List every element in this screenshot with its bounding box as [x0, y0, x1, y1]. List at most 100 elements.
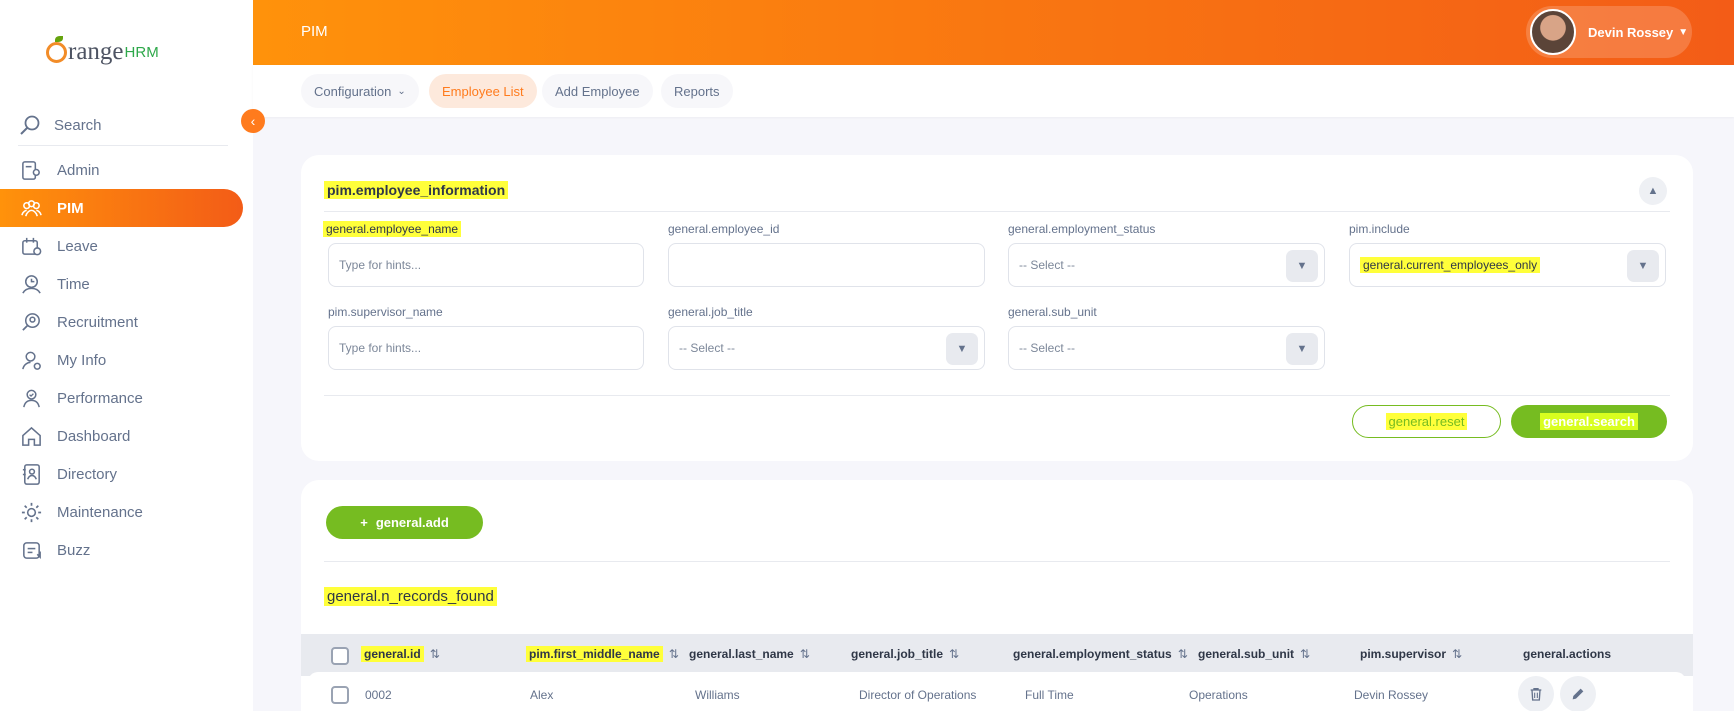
sort-icon[interactable]: ⇅	[800, 647, 810, 661]
reset-button[interactable]: general.reset	[1352, 405, 1501, 438]
supervisor-name-input[interactable]: Type for hints...	[328, 326, 644, 370]
sidebar-item-label: Time	[57, 275, 90, 293]
sidebar: range HRM Search Admin PIM Leave Time Re…	[0, 0, 253, 711]
sidebar-item-recruitment[interactable]: Recruitment	[0, 303, 253, 341]
sort-icon[interactable]: ⇅	[1452, 647, 1462, 661]
employee-name-input[interactable]: Type for hints...	[328, 243, 644, 287]
edit-button[interactable]	[1560, 676, 1596, 711]
column-job-title[interactable]: general.job_title ⇅	[851, 647, 959, 661]
maintenance-icon	[21, 502, 42, 522]
pim-icon	[21, 199, 42, 216]
sub-unit-value: -- Select --	[1019, 341, 1076, 355]
cell-supervisor: Devin Rossey	[1354, 688, 1429, 702]
column-last-name[interactable]: general.last_name ⇅	[689, 647, 810, 661]
employment-status-select[interactable]: -- Select -- ▼	[1008, 243, 1325, 287]
sort-icon[interactable]: ⇅	[949, 647, 959, 661]
table-row[interactable]: 0002 Alex Williams Director of Operation…	[308, 672, 1686, 711]
cell-job-title: Director of Operations	[859, 688, 977, 702]
cell-first-middle-name: Alex	[530, 688, 554, 702]
sidebar-item-directory[interactable]: Directory	[0, 455, 253, 493]
sidebar-item-pim[interactable]: PIM	[0, 189, 243, 227]
tab-label: Configuration	[314, 83, 392, 99]
collapse-sidebar-button[interactable]: ‹	[241, 109, 265, 133]
cell-employment-status: Full Time	[1025, 688, 1074, 702]
column-label: pim.first_middle_name	[526, 646, 663, 662]
search-icon	[20, 115, 40, 135]
sidebar-item-time[interactable]: Time	[0, 265, 253, 303]
time-icon	[22, 274, 41, 294]
sidebar-item-label: Admin	[57, 161, 100, 179]
sort-icon[interactable]: ⇅	[669, 647, 679, 661]
tab-label: Add Employee	[555, 83, 640, 99]
employment-status-value: -- Select --	[1019, 258, 1076, 272]
divider	[324, 395, 1670, 396]
employee-name-label: general.employee_name	[323, 221, 462, 237]
tab-label: Reports	[674, 83, 720, 99]
tab-configuration[interactable]: Configuration ⌄	[301, 74, 419, 108]
cell-last-name: Williams	[695, 688, 740, 702]
sidebar-item-my-info[interactable]: My Info	[0, 341, 253, 379]
sidebar-item-label: Performance	[57, 389, 143, 407]
employee-id-label: general.employee_id	[668, 222, 780, 236]
sub-unit-select[interactable]: -- Select -- ▼	[1008, 326, 1325, 370]
include-select[interactable]: general.current_employees_only ▼	[1349, 243, 1666, 287]
sidebar-item-label: Dashboard	[57, 427, 131, 445]
column-employment-status[interactable]: general.employment_status ⇅	[1013, 647, 1188, 661]
delete-button[interactable]	[1518, 676, 1554, 711]
filter-title-text: pim.employee_information	[324, 181, 509, 199]
cell-sub-unit: Operations	[1189, 688, 1248, 702]
sidebar-item-admin[interactable]: Admin	[0, 151, 253, 189]
sidebar-search[interactable]: Search	[18, 106, 228, 146]
records-found-text: general.n_records_found	[324, 587, 497, 606]
tab-reports[interactable]: Reports	[661, 74, 733, 108]
search-button[interactable]: general.search	[1511, 405, 1667, 438]
sidebar-search-label: Search	[54, 117, 102, 134]
job-title-value: -- Select --	[679, 341, 736, 355]
directory-icon	[22, 463, 40, 485]
user-dropdown[interactable]: Devin Rossey ▼	[1526, 6, 1692, 58]
sidebar-item-label: Directory	[57, 465, 118, 483]
column-label: general.job_title	[851, 647, 944, 661]
caret-down-icon: ▼	[1678, 26, 1689, 38]
sidebar-item-performance[interactable]: Performance	[0, 379, 253, 417]
buzz-icon	[23, 541, 41, 559]
job-title-select[interactable]: -- Select -- ▼	[668, 326, 985, 370]
records-found: general.n_records_found	[324, 587, 497, 606]
sort-icon[interactable]: ⇅	[430, 647, 440, 661]
row-checkbox[interactable]	[331, 686, 349, 704]
employee-id-input[interactable]	[668, 243, 985, 287]
dropdown-caret-icon: ▼	[1286, 250, 1318, 282]
cell-id: 0002	[365, 688, 392, 702]
collapse-filter-button[interactable]: ▲	[1639, 177, 1667, 205]
column-id[interactable]: general.id ⇅	[361, 646, 440, 662]
sidebar-item-dashboard[interactable]: Dashboard	[0, 417, 253, 455]
tab-employee-list[interactable]: Employee List	[429, 74, 537, 108]
recruitment-icon	[22, 312, 40, 331]
include-value: general.current_employees_only	[1360, 257, 1541, 273]
reset-label: general.reset	[1385, 413, 1468, 430]
include-label: pim.include	[1349, 222, 1410, 236]
brand-name: range	[68, 38, 124, 65]
employment-status-label: general.employment_status	[1008, 222, 1156, 236]
sidebar-item-leave[interactable]: Leave	[0, 227, 253, 265]
select-all-checkbox[interactable]	[331, 647, 349, 665]
column-sub-unit[interactable]: general.sub_unit ⇅	[1198, 647, 1310, 661]
sort-icon[interactable]: ⇅	[1178, 647, 1188, 661]
pencil-icon	[1572, 688, 1584, 700]
filter-title: pim.employee_information	[324, 181, 509, 199]
trash-icon	[1530, 688, 1542, 701]
column-supervisor[interactable]: pim.supervisor ⇅	[1360, 647, 1462, 661]
add-button[interactable]: + general.add	[326, 506, 483, 539]
sidebar-item-label: Leave	[57, 237, 98, 255]
leave-icon	[22, 237, 42, 255]
brand-logo[interactable]: range HRM	[46, 30, 159, 64]
divider	[324, 561, 1670, 562]
sidebar-item-buzz[interactable]: Buzz	[0, 531, 253, 569]
column-first-middle-name[interactable]: pim.first_middle_name ⇅	[526, 646, 679, 662]
tab-add-employee[interactable]: Add Employee	[542, 74, 653, 108]
sort-icon[interactable]: ⇅	[1300, 647, 1310, 661]
brand-suffix: HRM	[124, 44, 159, 61]
search-label: general.search	[1540, 413, 1638, 430]
dropdown-caret-icon: ▼	[946, 333, 978, 365]
sidebar-item-maintenance[interactable]: Maintenance	[0, 493, 253, 531]
